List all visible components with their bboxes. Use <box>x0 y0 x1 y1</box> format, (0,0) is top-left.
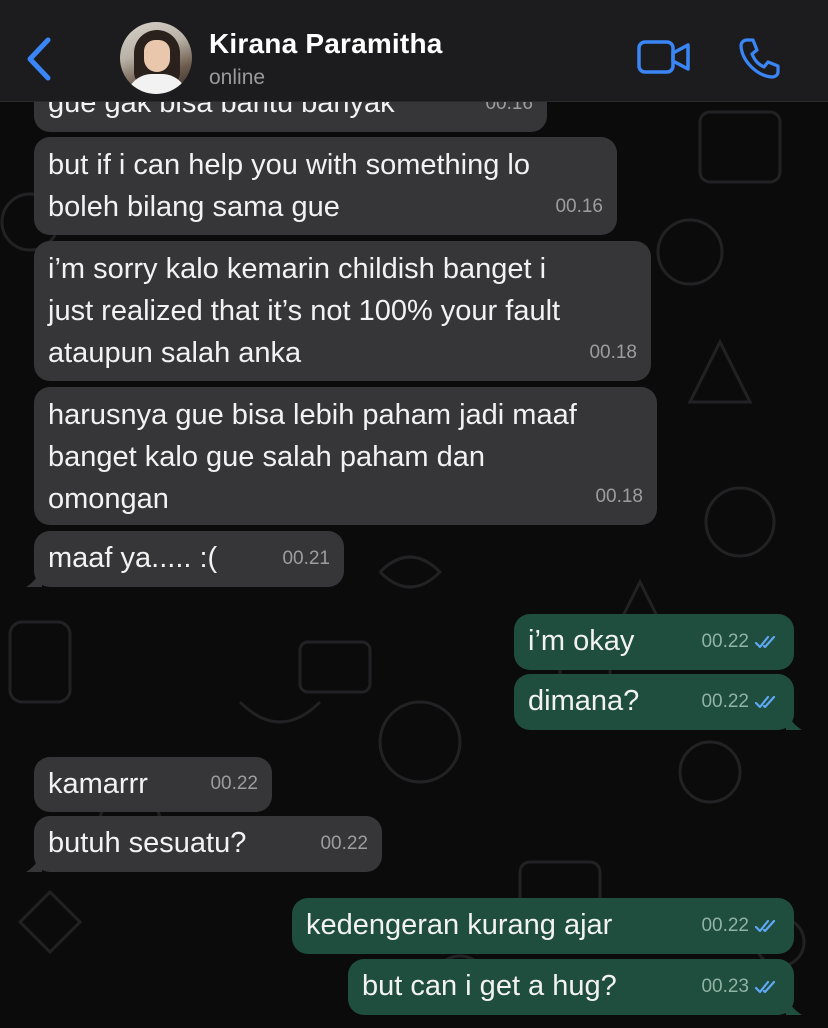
message-list[interactable]: gue gak bisa bantu banyak 00.16 but if i… <box>0 102 828 1028</box>
message-time: 00.22 <box>210 773 258 794</box>
message-text: gue gak bisa bantu banyak <box>48 102 395 119</box>
message-text: but if i can help you with something lo … <box>48 149 530 223</box>
double-check-icon <box>754 635 776 649</box>
double-check-icon <box>754 695 776 709</box>
message-time: 00.18 <box>589 342 637 363</box>
contact-status: online <box>209 66 266 89</box>
video-camera-icon <box>637 40 690 74</box>
double-check-icon <box>754 980 776 994</box>
message-bubble[interactable]: gue gak bisa bantu banyak 00.16 <box>34 102 547 132</box>
message-bubble[interactable]: but if i can help you with something lo … <box>34 137 617 235</box>
contact-name[interactable]: Kirana Paramitha <box>209 28 443 60</box>
message-time: 00.23 <box>701 966 780 1008</box>
message-bubble[interactable]: dimana? 00.22 <box>514 674 802 730</box>
double-check-icon <box>754 919 776 933</box>
message-time: 00.16 <box>485 102 533 114</box>
bubble-tail <box>786 997 802 1015</box>
message-time: 00.22 <box>320 833 368 854</box>
phone-icon <box>739 38 780 79</box>
message-bubble[interactable]: but can i get a hug? 00.23 <box>348 959 802 1015</box>
message-time: 00.22 <box>701 905 780 947</box>
message-bubble[interactable]: butuh sesuatu? 00.22 <box>26 816 382 872</box>
message-text: i’m sorry kalo kemarin childish banget i… <box>48 253 561 369</box>
video-call-button[interactable] <box>636 38 692 78</box>
bubble-tail <box>26 569 42 587</box>
message-bubble[interactable]: harusnya gue bisa lebih paham jadi maaf … <box>34 387 657 525</box>
bubble-tail <box>786 712 802 730</box>
message-text: harusnya gue bisa lebih paham jadi maaf … <box>48 399 577 515</box>
message-bubble[interactable]: i’m sorry kalo kemarin childish banget i… <box>34 241 651 381</box>
message-time: 00.22 <box>701 621 780 663</box>
voice-call-button[interactable] <box>737 36 781 80</box>
back-button[interactable] <box>18 34 58 84</box>
message-bubble[interactable]: kamarrr 00.22 <box>34 757 272 812</box>
message-time: 00.16 <box>555 196 603 217</box>
chevron-left-icon <box>27 37 51 81</box>
bubble-tail <box>26 854 42 872</box>
message-bubble[interactable]: i’m okay 00.22 <box>514 614 794 670</box>
avatar[interactable] <box>120 22 192 94</box>
message-bubble[interactable]: kedengeran kurang ajar 00.22 <box>292 898 794 954</box>
message-time: 00.18 <box>595 486 643 507</box>
message-time: 00.21 <box>282 548 330 569</box>
message-bubble[interactable]: maaf ya..... :( 00.21 <box>26 531 344 587</box>
message-time: 00.22 <box>701 681 780 723</box>
chat-header: Kirana Paramitha online <box>0 0 828 102</box>
